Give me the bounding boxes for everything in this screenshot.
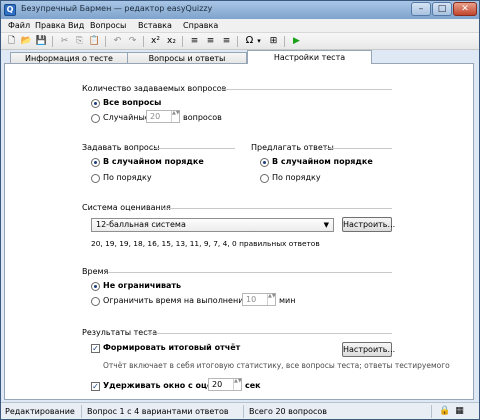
form-report-checkbox[interactable]: ✓ xyxy=(91,344,100,353)
hold-window-unit: сек xyxy=(245,381,261,390)
tab-strip: Информация о тесте Вопросы и ответы Наст… xyxy=(1,50,479,64)
undo-icon[interactable]: ↶ xyxy=(111,35,124,47)
group-divider xyxy=(325,148,392,149)
grading-system-select[interactable]: 12-балльная система ▼ xyxy=(91,218,334,232)
time-title: Время xyxy=(82,267,109,276)
hold-window-value: 20 xyxy=(212,380,223,389)
offer-in-order-radio[interactable] xyxy=(260,174,269,183)
menu-edit[interactable]: Правка xyxy=(35,21,65,30)
random-questions-radio[interactable] xyxy=(91,114,100,123)
group-divider xyxy=(108,272,392,273)
no-time-limit-radio[interactable] xyxy=(91,282,100,291)
paste-icon[interactable]: 📋 xyxy=(88,35,101,47)
toolbar: 🗋 📂 💾 ✂ ⎘ 📋 ↶ ↷ x² x₂ ≡ ≡ ≡ Ω ▾ ⊞ ▶ xyxy=(1,33,479,50)
app-icon: Q xyxy=(4,4,16,16)
open-folder-icon[interactable]: 📂 xyxy=(20,35,33,47)
all-questions-radio[interactable] xyxy=(91,99,100,108)
toolbar-separator xyxy=(143,36,144,47)
save-icon[interactable]: 💾 xyxy=(35,35,48,47)
minimize-button[interactable]: – xyxy=(411,2,431,16)
redo-icon[interactable]: ↷ xyxy=(126,35,139,47)
align-left-icon[interactable]: ≡ xyxy=(188,35,201,47)
toolbar-separator xyxy=(52,36,53,47)
title-bar: Q Безупречный Бармен — редактор easyQuiz… xyxy=(1,1,479,19)
time-limit-value: 10 xyxy=(246,295,257,304)
app-window: Q Безупречный Бармен — редактор easyQuiz… xyxy=(0,0,480,420)
toolbar-separator xyxy=(182,36,183,47)
random-count-suffix: вопросов xyxy=(183,113,222,122)
time-limit-radio[interactable] xyxy=(91,297,100,306)
close-button[interactable]: ✕ xyxy=(453,2,477,16)
superscript-button[interactable]: x² xyxy=(149,35,162,47)
toolbar-separator xyxy=(237,36,238,47)
form-report-label: Формировать итоговый отчёт xyxy=(103,343,241,352)
ask-questions-title: Задавать вопросы xyxy=(82,143,160,152)
status-question-info: Вопрос 1 с 4 вариантами ответов xyxy=(84,405,244,418)
toolbar-separator xyxy=(284,36,285,47)
chevron-down-icon[interactable]: ▾ xyxy=(255,35,263,47)
toolbar-separator xyxy=(105,36,106,47)
hold-window-checkbox[interactable]: ✓ xyxy=(91,382,100,391)
offer-random-order-radio[interactable] xyxy=(260,158,269,167)
special-insert-icon[interactable]: ⊞ xyxy=(267,35,280,47)
random-count-spinner[interactable]: 20 ▲▼ xyxy=(146,110,180,123)
spinner-arrows-icon[interactable]: ▲▼ xyxy=(171,111,180,122)
ask-random-order-label: В случайном порядке xyxy=(103,157,204,166)
chevron-down-icon: ▼ xyxy=(323,221,329,229)
offer-answers-title: Предлагать ответы xyxy=(251,143,334,152)
settings-panel: Количество задаваемых вопросов Все вопро… xyxy=(4,63,474,400)
spinner-arrows-icon[interactable]: ▲▼ xyxy=(233,379,242,390)
menu-file[interactable]: Файл xyxy=(8,21,30,30)
ask-random-order-radio[interactable] xyxy=(91,158,100,167)
copy-icon[interactable]: ⎘ xyxy=(73,35,86,47)
random-count-value: 20 xyxy=(150,112,161,121)
tab-test-settings[interactable]: Настройки теста xyxy=(247,50,372,64)
status-bar: Редактирование Вопрос 1 с 4 вариантами о… xyxy=(1,402,479,419)
all-questions-label: Все вопросы xyxy=(103,98,162,107)
grading-configure-button[interactable]: Настроить... xyxy=(342,217,395,232)
maximize-button[interactable]: □ xyxy=(432,2,452,16)
report-configure-button[interactable]: Настроить... xyxy=(342,342,395,357)
results-title: Результаты теста xyxy=(82,328,158,337)
report-description: Отчёт включает в себя итоговую статистик… xyxy=(103,361,450,370)
menu-view[interactable]: Вид xyxy=(68,21,84,30)
new-file-icon[interactable]: 🗋 xyxy=(5,35,18,47)
time-limit-spinner[interactable]: 10 ▲▼ xyxy=(242,293,276,306)
group-divider xyxy=(162,208,392,209)
hold-window-spinner[interactable]: 20 ▲▼ xyxy=(208,378,242,391)
status-mode: Редактирование xyxy=(2,405,82,418)
group-divider xyxy=(147,333,392,334)
offer-in-order-label: По порядку xyxy=(272,173,321,182)
menu-insert[interactable]: Вставка xyxy=(138,21,172,30)
menu-questions[interactable]: Вопросы xyxy=(90,21,126,30)
status-total: Всего 20 вопросов xyxy=(246,405,432,418)
group-divider xyxy=(220,89,392,90)
menu-bar: Файл Правка Вид Вопросы Вставка Справка xyxy=(1,19,479,33)
grading-thresholds: 20, 19, 19, 18, 16, 15, 13, 11, 9, 7, 4,… xyxy=(91,239,320,248)
group-divider xyxy=(150,148,235,149)
ask-in-order-label: По порядку xyxy=(103,173,152,182)
subscript-button[interactable]: x₂ xyxy=(165,35,178,47)
lock-icon[interactable]: 🔒 xyxy=(439,406,450,417)
align-center-icon[interactable]: ≡ xyxy=(204,35,217,47)
time-limit-unit: мин xyxy=(279,296,296,305)
cut-icon[interactable]: ✂ xyxy=(58,35,71,47)
grading-system-value: 12-балльная система xyxy=(96,220,186,229)
align-right-icon[interactable]: ≡ xyxy=(220,35,233,47)
no-time-limit-label: Не ограничивать xyxy=(103,281,182,290)
offer-random-order-label: В случайном порядке xyxy=(272,157,373,166)
question-count-title: Количество задаваемых вопросов xyxy=(82,84,227,93)
grading-title: Система оценивания xyxy=(82,203,171,212)
random-questions-label: Случайные xyxy=(103,113,150,122)
ask-in-order-radio[interactable] xyxy=(91,174,100,183)
run-test-icon[interactable]: ▶ xyxy=(290,35,303,47)
spinner-arrows-icon[interactable]: ▲▼ xyxy=(267,294,276,305)
window-title: Безупречный Бармен — редактор easyQuizzy xyxy=(21,4,213,13)
menu-help[interactable]: Справка xyxy=(183,21,218,30)
grid-icon[interactable]: ▦ xyxy=(454,406,465,417)
